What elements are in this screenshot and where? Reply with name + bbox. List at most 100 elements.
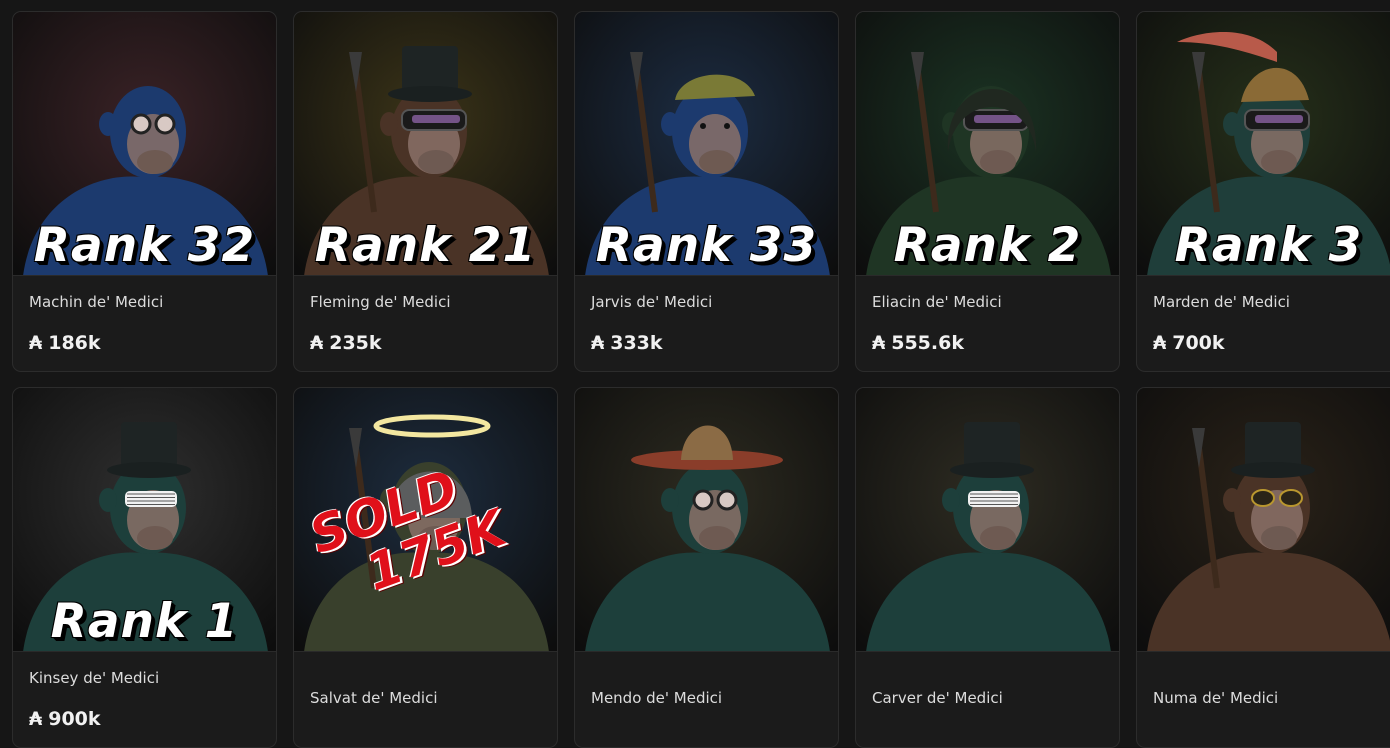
ear bbox=[380, 112, 398, 136]
nft-price: ₳ 186k bbox=[29, 332, 260, 354]
hat-brim bbox=[950, 462, 1034, 478]
nft-name: Fleming de' Medici bbox=[310, 293, 451, 311]
visor-lens bbox=[1255, 115, 1303, 123]
rank-overlay: Rank 1 bbox=[50, 594, 239, 649]
nft-price: ₳ 555.6k bbox=[872, 332, 1103, 354]
goggle-right bbox=[716, 489, 738, 511]
nft-image[interactable]: Rank 2 bbox=[856, 12, 1119, 276]
card-info: Eliacin de' Medici ₳ 555.6k bbox=[856, 276, 1119, 354]
ear bbox=[1223, 112, 1241, 136]
nft-image[interactable] bbox=[1137, 388, 1390, 652]
muzzle bbox=[980, 526, 1016, 550]
hat-brim bbox=[388, 86, 472, 102]
sunglass-left bbox=[1251, 489, 1275, 507]
nft-name: Machin de' Medici bbox=[29, 293, 164, 311]
card-info: Mendo de' Medici bbox=[575, 652, 838, 709]
card-info: Numa de' Medici bbox=[1137, 652, 1390, 709]
nft-price: ₳ 235k bbox=[310, 332, 541, 354]
rank-overlay: Rank 21 bbox=[314, 218, 537, 273]
price-value: 555.6k bbox=[891, 332, 964, 354]
nft-card[interactable]: Mendo de' Medici bbox=[574, 387, 839, 748]
nft-card[interactable]: Carver de' Medici bbox=[855, 387, 1120, 748]
card-info: Salvat de' Medici bbox=[294, 652, 557, 709]
portrait-art bbox=[575, 388, 838, 651]
nft-image[interactable] bbox=[575, 388, 838, 652]
ear bbox=[99, 488, 117, 512]
nft-card[interactable]: Rank 32 Machin de' Medici ₳ 186k bbox=[12, 11, 277, 372]
nft-price: ₳ 333k bbox=[591, 332, 822, 354]
nft-card[interactable]: Rank 2 Eliacin de' Medici ₳ 555.6k bbox=[855, 11, 1120, 372]
muzzle bbox=[137, 526, 173, 550]
nft-image[interactable]: Rank 3 bbox=[1137, 12, 1390, 276]
muzzle bbox=[418, 150, 454, 174]
nft-card[interactable]: SOLD 175K Salvat de' Medici bbox=[293, 387, 558, 748]
nft-image[interactable]: SOLD 175K bbox=[294, 388, 557, 652]
nft-name: Kinsey de' Medici bbox=[29, 669, 160, 687]
hat-brim bbox=[1231, 462, 1315, 478]
ada-currency-icon: ₳ bbox=[29, 332, 43, 354]
card-info: Kinsey de' Medici ₳ 900k bbox=[13, 652, 276, 730]
muzzle bbox=[1261, 150, 1297, 174]
muzzle bbox=[137, 150, 173, 174]
nft-grid: Rank 32 Machin de' Medici ₳ 186k Rank 21 Flem… bbox=[12, 11, 1390, 748]
price-value: 700k bbox=[1172, 332, 1225, 354]
ear bbox=[1223, 488, 1241, 512]
portrait-art bbox=[1137, 388, 1390, 651]
goggle-left bbox=[130, 113, 152, 135]
nft-card[interactable]: Rank 3 Marden de' Medici ₳ 700k bbox=[1136, 11, 1390, 372]
card-info: Marden de' Medici ₳ 700k bbox=[1137, 276, 1390, 354]
muzzle bbox=[1261, 526, 1297, 550]
rank-overlay: Rank 3 bbox=[1174, 218, 1363, 273]
price-value: 235k bbox=[329, 332, 382, 354]
card-info: Machin de' Medici ₳ 186k bbox=[13, 276, 276, 354]
visor-lens bbox=[974, 115, 1022, 123]
ada-currency-icon: ₳ bbox=[872, 332, 886, 354]
ada-currency-icon: ₳ bbox=[1153, 332, 1167, 354]
nft-image[interactable]: Rank 21 bbox=[294, 12, 557, 276]
nft-card[interactable]: Rank 1 Kinsey de' Medici ₳ 900k bbox=[12, 387, 277, 748]
ear bbox=[99, 112, 117, 136]
ear bbox=[942, 488, 960, 512]
nft-name: Marden de' Medici bbox=[1153, 293, 1290, 311]
nft-name: Salvat de' Medici bbox=[310, 689, 438, 707]
nft-name: Mendo de' Medici bbox=[591, 689, 723, 707]
hat-brim bbox=[107, 462, 191, 478]
ada-currency-icon: ₳ bbox=[591, 332, 605, 354]
muzzle bbox=[699, 150, 735, 174]
price-value: 186k bbox=[48, 332, 101, 354]
card-info: Jarvis de' Medici ₳ 333k bbox=[575, 276, 838, 354]
price-value: 333k bbox=[610, 332, 663, 354]
ada-currency-icon: ₳ bbox=[310, 332, 324, 354]
eye-left bbox=[700, 123, 706, 129]
ada-currency-icon: ₳ bbox=[29, 708, 43, 730]
goggle-left bbox=[692, 489, 714, 511]
visor-lens bbox=[412, 115, 460, 123]
goggle-right bbox=[154, 113, 176, 135]
card-info: Fleming de' Medici ₳ 235k bbox=[294, 276, 557, 354]
rank-overlay: Rank 33 bbox=[595, 218, 818, 273]
muzzle bbox=[980, 150, 1016, 174]
price-value: 900k bbox=[48, 708, 101, 730]
nft-image[interactable]: Rank 1 bbox=[13, 388, 276, 652]
muzzle bbox=[699, 526, 735, 550]
rank-overlay: Rank 2 bbox=[893, 218, 1082, 273]
card-info: Carver de' Medici bbox=[856, 652, 1119, 709]
nft-name: Eliacin de' Medici bbox=[872, 293, 1002, 311]
ear bbox=[661, 112, 679, 136]
nft-image[interactable]: Rank 33 bbox=[575, 12, 838, 276]
nft-card[interactable]: Numa de' Medici bbox=[1136, 387, 1390, 748]
eye-right bbox=[724, 123, 730, 129]
nft-price: ₳ 700k bbox=[1153, 332, 1384, 354]
nft-name: Carver de' Medici bbox=[872, 689, 1003, 707]
rank-overlay: Rank 32 bbox=[33, 218, 256, 273]
nft-card[interactable]: Rank 21 Fleming de' Medici ₳ 235k bbox=[293, 11, 558, 372]
nft-name: Numa de' Medici bbox=[1153, 689, 1279, 707]
ear bbox=[661, 488, 679, 512]
nft-name: Jarvis de' Medici bbox=[591, 293, 713, 311]
nft-card[interactable]: Rank 33 Jarvis de' Medici ₳ 333k bbox=[574, 11, 839, 372]
nft-price: ₳ 900k bbox=[29, 708, 260, 730]
nft-image[interactable] bbox=[856, 388, 1119, 652]
portrait-art bbox=[856, 388, 1119, 651]
sunglass-right bbox=[1279, 489, 1303, 507]
nft-image[interactable]: Rank 32 bbox=[13, 12, 276, 276]
